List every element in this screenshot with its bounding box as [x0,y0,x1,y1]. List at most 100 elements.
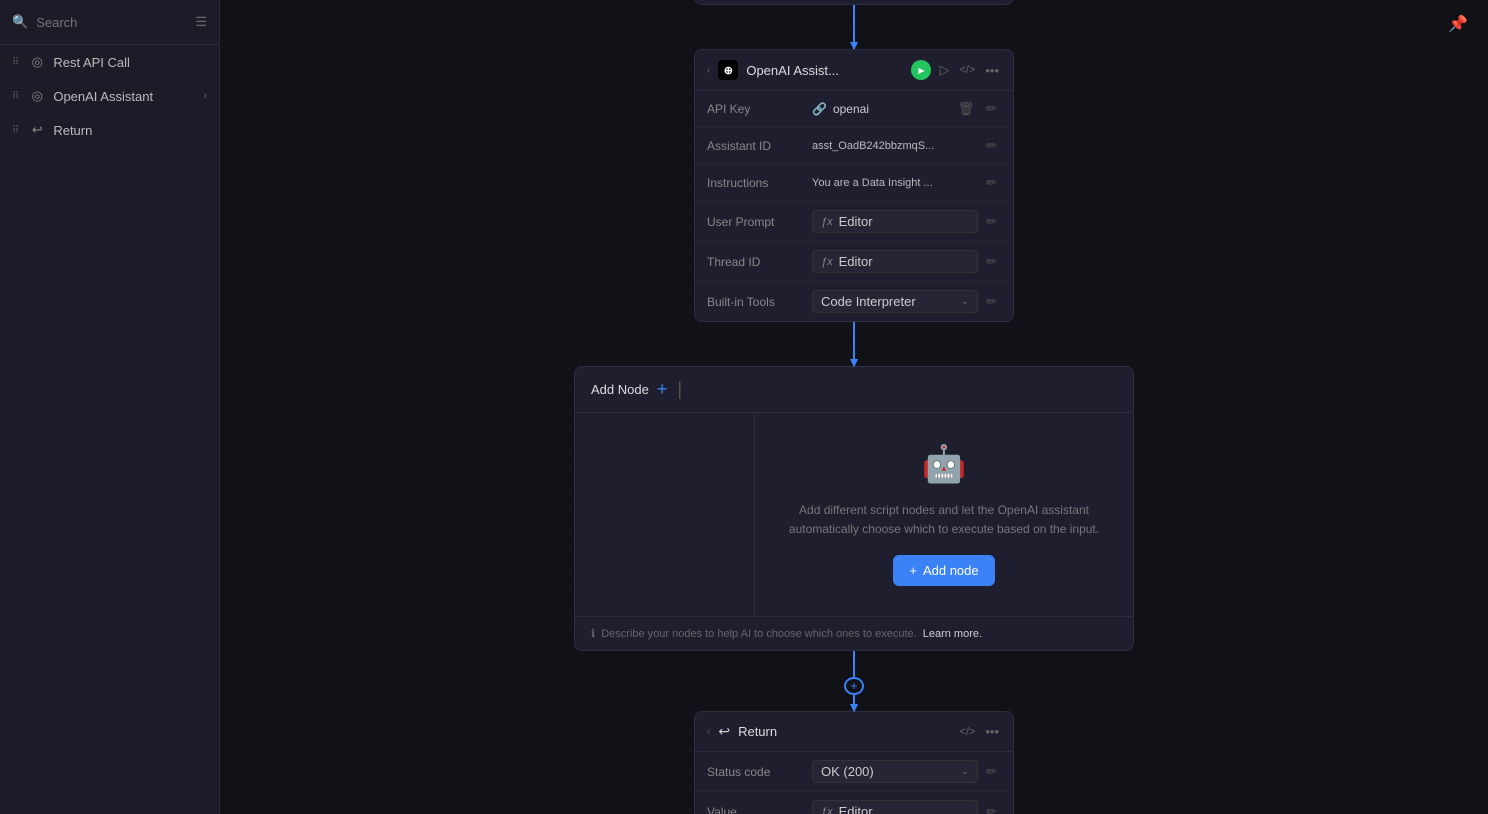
rest-api-icon: ◎ [29,54,45,70]
user-prompt-label: User Prompt [707,215,812,229]
status-code-value: OK (200) [821,764,957,779]
node-header-actions: ▶ ▷ </> ••• [911,60,1001,80]
sidebar-item-return[interactable]: ⠿ ↩ Return [0,113,219,147]
value-label: Value [707,805,812,814]
info-icon: ℹ [591,627,595,640]
user-prompt-value[interactable]: ƒx Editor [812,210,978,233]
status-code-row: Status code OK (200) ⌄ ✏ [695,752,1013,792]
edit-button[interactable]: ✏ [982,99,1001,119]
add-node-plus-button[interactable]: + [657,379,668,400]
instructions-actions: ✏ [982,173,1001,193]
delete-button[interactable]: 🗑 [954,99,979,119]
more-icon[interactable]: ••• [983,722,1001,741]
edit-button[interactable]: ✏ [982,252,1001,272]
fx-icon: ƒx [821,216,833,228]
more-icon[interactable]: ••• [983,61,1001,80]
return-node-title: Return [738,724,949,739]
sidebar-item-label: Rest API Call [53,55,207,70]
edit-button[interactable]: ✏ [982,802,1001,814]
built-in-tools-dropdown[interactable]: Code Interpreter ⌄ [812,290,978,313]
assistant-id-row: Assistant ID asst_OadB242bbzmqS... ✏ [695,128,1013,165]
edit-button[interactable]: ✏ [982,173,1001,193]
built-in-tools-row: Built-in Tools Code Interpreter ⌄ ✏ [695,282,1013,321]
instructions-value: You are a Data Insight ... [812,177,978,189]
add-node-footer: ℹ Describe your nodes to help AI to choo… [575,616,1133,650]
sidebar-item-rest-api-call[interactable]: ⠿ ◎ Rest API Call [0,45,219,79]
add-node-description: Add different script nodes and let the O… [775,501,1113,539]
thread-id-row: Thread ID ƒx Editor ✏ [695,242,1013,282]
thread-id-editor-text: Editor [839,254,873,269]
api-key-label: API Key [707,102,812,116]
footer-text: Describe your nodes to help AI to choose… [601,628,917,640]
run-button[interactable]: ▶ [911,60,931,80]
play-icon[interactable]: ▷ [937,60,951,80]
add-node-body: 🤖 Add different script nodes and let the… [575,413,1133,616]
thread-id-value[interactable]: ƒx Editor [812,250,978,273]
built-in-tools-actions: ✏ [982,292,1001,312]
status-code-label: Status code [707,765,812,779]
flow-canvas: Method POST ⌄ ▼ ‹ ⊕ OpenAI Assist... ▶ [220,0,1488,814]
chevron-right-icon[interactable]: › [203,90,207,102]
user-prompt-actions: ✏ [982,212,1001,232]
return-node: ‹ ↩ Return </> ••• Status code OK (200) … [694,711,1014,814]
status-code-actions: ✏ [982,762,1001,782]
api-key-value: 🔗 openai [812,102,950,116]
openai-node-title: OpenAI Assist... [746,63,903,78]
assistant-id-text: asst_OadB242bbzmqS... [812,140,934,152]
fx-icon: ƒx [821,806,833,814]
add-node-title: Add Node [591,382,649,397]
search-input[interactable] [36,15,187,30]
sidebar-search-bar[interactable]: 🔍 ☰ [0,0,219,45]
status-code-dropdown[interactable]: OK (200) ⌄ [812,760,978,783]
openai-node-header: ‹ ⊕ OpenAI Assist... ▶ ▷ </> ••• [695,50,1013,91]
add-node-panel: Add Node + | 🤖 Add different script node… [574,366,1134,651]
chevron-down-icon: ⌄ [961,296,969,307]
fx-icon: ƒx [821,256,833,268]
code-icon[interactable]: </> [957,724,977,740]
code-icon[interactable]: </> [957,62,977,78]
main-canvas: Method POST ⌄ ▼ ‹ ⊕ OpenAI Assist... ▶ [220,0,1488,814]
edit-button[interactable]: ✏ [982,136,1001,156]
instructions-label: Instructions [707,176,812,190]
instructions-text: You are a Data Insight ... [812,177,933,189]
pin-icon[interactable]: 📌 [1448,14,1468,34]
value-row: Value ƒx Editor ✏ [695,792,1013,814]
sidebar-item-openai-assistant[interactable]: ⠿ ◎ OpenAI Assistant › [0,79,219,113]
add-node-sidebar [575,413,755,616]
cursor-indicator: | [677,379,682,400]
sidebar-item-label: OpenAI Assistant [53,89,195,104]
chevron-down-icon: ⌄ [961,766,969,777]
api-key-text: openai [833,102,869,116]
sidebar-item-label: Return [53,123,207,138]
edit-button[interactable]: ✏ [982,762,1001,782]
edit-button[interactable]: ✏ [982,212,1001,232]
filter-icon[interactable]: ☰ [195,14,207,30]
node-collapse-chevron[interactable]: ‹ [707,65,710,76]
built-in-tools-label: Built-in Tools [707,295,812,309]
thread-id-actions: ✏ [982,252,1001,272]
assistant-id-label: Assistant ID [707,139,812,153]
user-prompt-row: User Prompt ƒx Editor ✏ [695,202,1013,242]
value-editor[interactable]: ƒx Editor [812,800,978,814]
instructions-row: Instructions You are a Data Insight ... … [695,165,1013,202]
drag-handle-icon: ⠿ [12,125,19,136]
built-in-tools-value: Code Interpreter [821,294,957,309]
value-editor-text: Editor [839,804,873,814]
user-prompt-editor-text: Editor [839,214,873,229]
node-collapse-chevron[interactable]: ‹ [707,726,710,737]
assistant-id-value: asst_OadB242bbzmqS... [812,140,978,152]
learn-more-link[interactable]: Learn more. [923,628,982,640]
sidebar: 🔍 ☰ ⠿ ◎ Rest API Call ⠿ ◎ OpenAI Assista… [0,0,220,814]
return-icon: ↩ [29,122,45,138]
return-node-actions: </> ••• [957,722,1001,741]
add-connector-circle[interactable]: + [844,677,864,695]
api-key-row: API Key 🔗 openai 🗑 ✏ [695,91,1013,128]
api-key-actions: 🗑 ✏ [954,99,1001,119]
edit-button[interactable]: ✏ [982,292,1001,312]
add-node-button[interactable]: + Add node [893,555,994,586]
robot-icon: 🤖 [922,443,967,485]
openai-assistant-node: ‹ ⊕ OpenAI Assist... ▶ ▷ </> ••• API Key… [694,49,1014,322]
thread-id-label: Thread ID [707,255,812,269]
plus-icon: + [909,563,917,578]
drag-handle-icon: ⠿ [12,57,19,68]
